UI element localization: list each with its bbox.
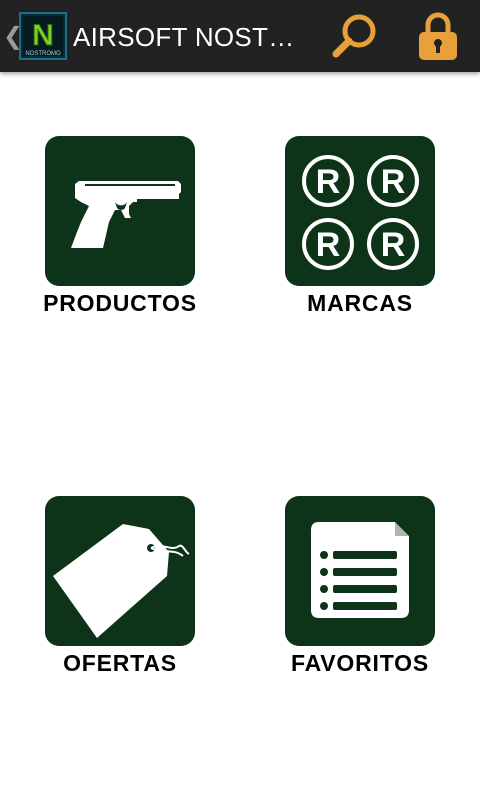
marcas-icon-box: R R R R (285, 136, 435, 286)
price-tag-icon (53, 524, 190, 638)
svg-text:R: R (381, 163, 406, 201)
registered-marks-icon: R R R R (302, 155, 419, 270)
menu-tile-ofertas[interactable]: OFERTAS (10, 496, 230, 696)
menu-tile-productos[interactable]: PRODUCTOS (10, 136, 230, 336)
menu-label-productos: PRODUCTOS (43, 290, 197, 316)
login-button[interactable] (406, 4, 470, 68)
app-title: AIRSOFT NOSTROMO (73, 22, 303, 52)
list-document-icon (311, 522, 409, 618)
ofertas-icon-box (45, 496, 195, 646)
productos-icon-box (45, 136, 195, 286)
svg-text:R: R (316, 226, 341, 264)
svg-text:R: R (381, 226, 406, 264)
menu-tile-favoritos[interactable]: FAVORITOS (250, 496, 470, 696)
menu-label-favoritos: FAVORITOS (291, 650, 429, 676)
home-up-button[interactable]: ❮ N NOSTROMO (0, 0, 70, 72)
menu-tile-marcas[interactable]: R R R R MARCAS (250, 136, 470, 336)
lock-icon (419, 12, 457, 60)
app-logo: N NOSTROMO (19, 12, 67, 60)
menu-label-ofertas: OFERTAS (63, 650, 177, 676)
action-bar: ❮ N NOSTROMO AIRSOFT NOSTROMO (0, 0, 480, 72)
svg-text:R: R (316, 163, 341, 201)
favoritos-icon-box (285, 496, 435, 646)
menu-label-marcas: MARCAS (307, 290, 413, 316)
pistol-icon (71, 181, 181, 248)
search-icon (332, 14, 376, 58)
logo-wordmark: NOSTROMO (25, 51, 61, 57)
search-button[interactable] (322, 4, 386, 68)
logo-letter: N (32, 19, 54, 52)
